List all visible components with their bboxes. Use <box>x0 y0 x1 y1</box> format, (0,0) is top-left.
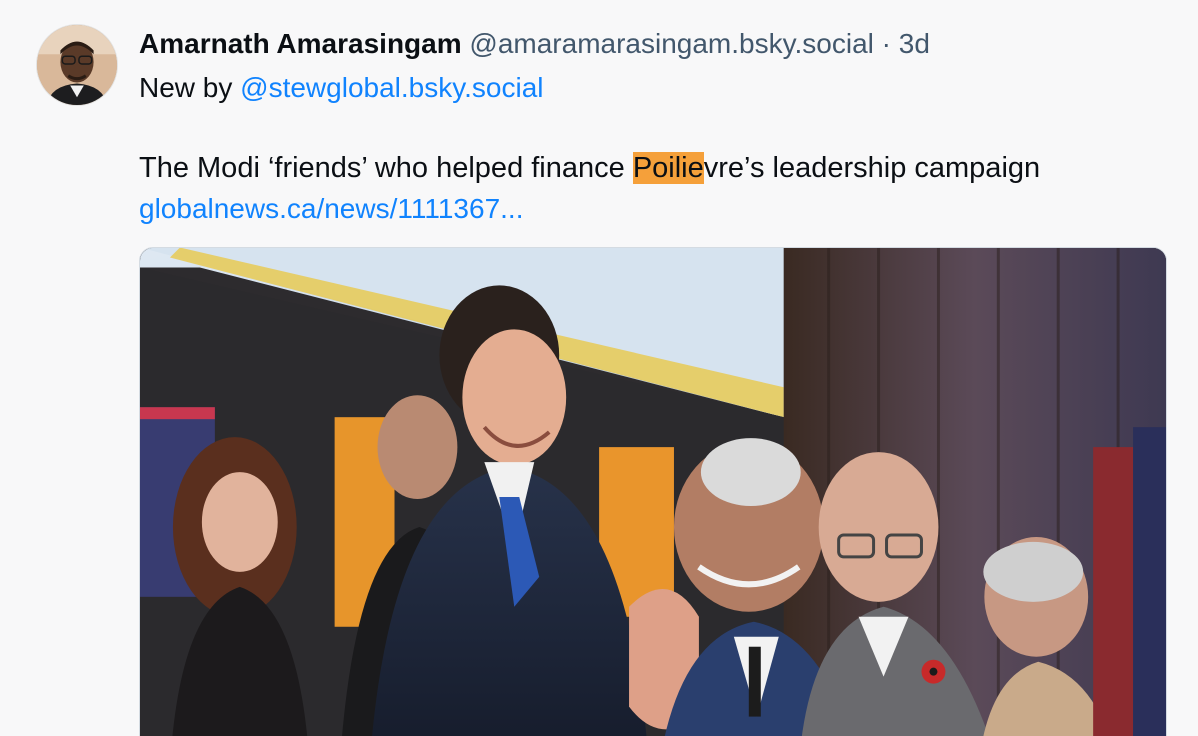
photo-thumbnail-icon <box>140 248 1166 736</box>
author-avatar[interactable] <box>36 24 118 106</box>
post: Amarnath Amarasingam @amaramarasingam.bs… <box>0 0 1198 736</box>
mention-link[interactable]: @stewglobal.bsky.social <box>240 72 543 103</box>
post-timestamp[interactable]: 3d <box>899 28 930 59</box>
post-header: Amarnath Amarasingam @amaramarasingam.bs… <box>139 26 930 62</box>
search-highlight: Poilie <box>632 152 704 184</box>
embedded-photo[interactable] <box>139 247 1167 736</box>
headline-text-before: The Modi ‘friends’ who helped finance <box>139 152 633 184</box>
post-intro-text: New by <box>139 72 233 103</box>
author-name[interactable]: Amarnath Amarasingam <box>139 28 462 59</box>
article-link[interactable]: globalnews.ca/news/1111367... <box>139 191 523 227</box>
author-handle[interactable]: @amaramarasingam.bsky.social <box>469 28 873 59</box>
post-headline: The Modi ‘friends’ who helped finance Po… <box>139 149 1040 187</box>
header-separator: · <box>881 28 891 59</box>
headline-text-after: vre’s leadership campaign <box>703 152 1041 184</box>
avatar-image <box>37 25 117 105</box>
post-intro-line: New by @stewglobal.bsky.social <box>139 70 544 106</box>
